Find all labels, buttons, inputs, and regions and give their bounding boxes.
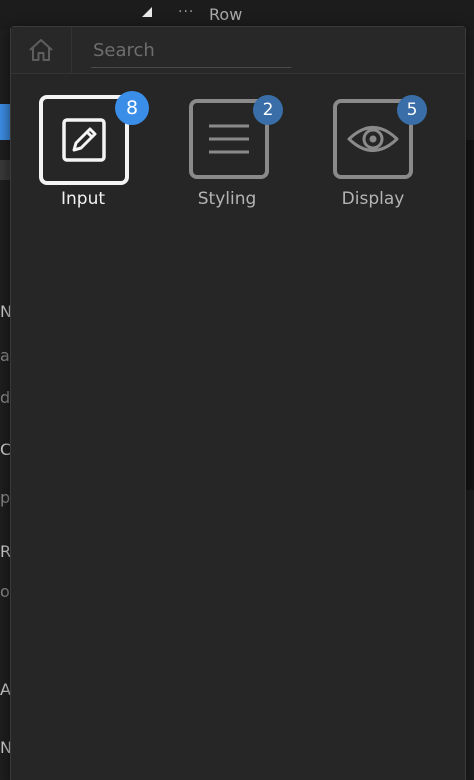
eye-icon [347, 126, 399, 152]
more-dots-icon[interactable]: ··· [178, 4, 194, 20]
category-label-input: Input [60, 189, 106, 209]
app-stage: ··· Row N ar d C p R o A N [0, 0, 474, 780]
category-label-styling: Styling [197, 189, 257, 209]
pencil-edit-icon [62, 118, 106, 162]
align-lines-icon [209, 124, 249, 154]
category-tile-styling[interactable]: 2 Styling [189, 93, 289, 223]
popup-header [11, 27, 465, 74]
home-icon [29, 39, 53, 61]
background-scroll-edge [466, 140, 474, 490]
component-picker-popup: 8 Input 2 Styling [10, 26, 466, 780]
category-tile-display[interactable]: 5 Display [333, 93, 433, 223]
category-label-display: Display [341, 189, 405, 209]
resize-triangle-icon [142, 7, 152, 17]
category-count-badge: 5 [397, 95, 427, 125]
category-count-badge: 2 [253, 95, 283, 125]
search-field [91, 35, 293, 68]
search-input[interactable] [91, 35, 293, 65]
home-button[interactable] [11, 27, 72, 73]
breadcrumb-row-label[interactable]: Row [209, 5, 242, 24]
category-tile-input[interactable]: 8 Input [39, 91, 149, 223]
category-count-badge: 8 [115, 91, 149, 125]
category-tiles: 8 Input 2 Styling 5 Display [11, 91, 465, 223]
